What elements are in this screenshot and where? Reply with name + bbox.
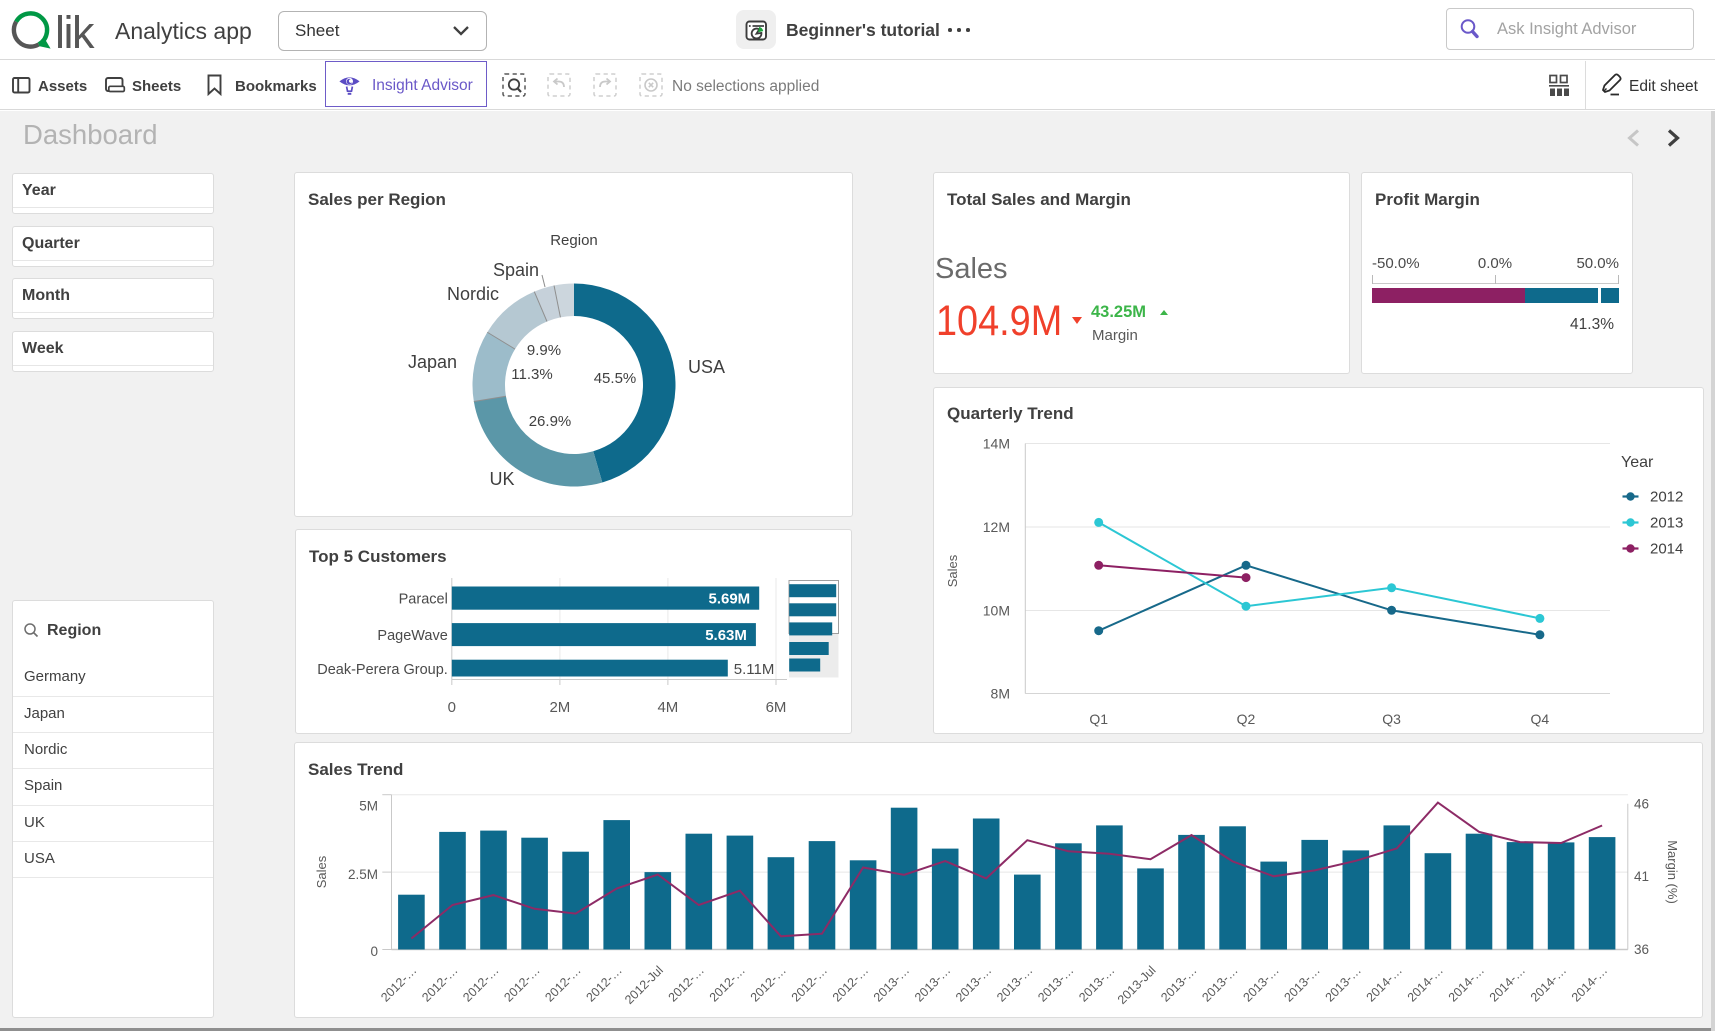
svg-text:2012-…: 2012-…: [501, 963, 542, 1004]
svg-text:2012-…: 2012-…: [419, 963, 460, 1004]
svg-text:2012-…: 2012-…: [666, 963, 707, 1004]
svg-text:8M: 8M: [991, 686, 1010, 702]
svg-text:9.9%: 9.9%: [527, 342, 561, 359]
svg-text:Nordic: Nordic: [447, 284, 499, 304]
svg-text:PageWave: PageWave: [377, 628, 447, 644]
svg-text:2014-…: 2014-…: [1528, 963, 1569, 1004]
svg-text:Japan: Japan: [408, 352, 457, 372]
svg-text:Sales: Sales: [314, 855, 329, 888]
svg-text:2013-…: 2013-…: [1281, 963, 1322, 1004]
svg-text:Deak-Perera Group.: Deak-Perera Group.: [317, 662, 448, 678]
svg-text:2012-Jul: 2012-Jul: [622, 963, 666, 1007]
svg-text:2013-…: 2013-…: [994, 963, 1035, 1004]
svg-text:0: 0: [370, 944, 378, 959]
svg-text:Q4: Q4: [1531, 711, 1550, 727]
svg-text:2012-…: 2012-…: [460, 963, 501, 1004]
svg-text:4M: 4M: [657, 699, 678, 716]
svg-text:Q2: Q2: [1237, 711, 1256, 727]
svg-text:2014: 2014: [1650, 541, 1683, 558]
svg-text:UK: UK: [489, 469, 514, 489]
svg-text:5.69M: 5.69M: [708, 591, 750, 608]
svg-text:2013: 2013: [1650, 515, 1683, 532]
svg-text:11.3%: 11.3%: [511, 366, 552, 383]
svg-text:2014-…: 2014-…: [1405, 963, 1446, 1004]
svg-text:0: 0: [448, 699, 456, 716]
svg-text:2013-…: 2013-…: [871, 963, 912, 1004]
svg-text:41: 41: [1634, 869, 1649, 884]
svg-text:45.5%: 45.5%: [594, 370, 637, 387]
svg-text:5.11M: 5.11M: [734, 661, 775, 678]
svg-text:2013-…: 2013-…: [1158, 963, 1199, 1004]
svg-text:2013-…: 2013-…: [953, 963, 994, 1004]
svg-text:2013-…: 2013-…: [1323, 963, 1364, 1004]
svg-text:2012-…: 2012-…: [542, 963, 583, 1004]
svg-text:2013-…: 2013-…: [1076, 963, 1117, 1004]
svg-text:5M: 5M: [359, 799, 378, 814]
svg-text:Region: Region: [550, 232, 598, 249]
svg-text:2012-…: 2012-…: [830, 963, 871, 1004]
svg-text:2013-…: 2013-…: [912, 963, 953, 1004]
svg-text:USA: USA: [688, 357, 725, 377]
svg-text:lik: lik: [55, 7, 95, 58]
svg-text:Sales: Sales: [945, 554, 960, 587]
svg-text:Paracel: Paracel: [399, 592, 448, 608]
svg-text:2012-…: 2012-…: [378, 963, 419, 1004]
svg-text:2012-…: 2012-…: [789, 963, 830, 1004]
svg-text:Q1: Q1: [1089, 711, 1108, 727]
svg-text:2013-…: 2013-…: [1035, 963, 1076, 1004]
svg-text:2M: 2M: [549, 699, 570, 716]
svg-text:2012-…: 2012-…: [707, 963, 748, 1004]
svg-text:2.5M: 2.5M: [348, 867, 378, 882]
svg-text:2013-…: 2013-…: [1199, 963, 1240, 1004]
svg-text:12M: 12M: [983, 519, 1010, 535]
svg-text:2014-…: 2014-…: [1569, 963, 1610, 1004]
svg-text:Spain: Spain: [493, 260, 539, 280]
svg-text:2012-…: 2012-…: [583, 963, 624, 1004]
svg-text:26.9%: 26.9%: [529, 413, 572, 430]
svg-text:Q3: Q3: [1382, 711, 1401, 727]
svg-text:Margin (%): Margin (%): [1665, 840, 1680, 904]
svg-text:14M: 14M: [983, 436, 1010, 452]
svg-text:6M: 6M: [766, 699, 787, 716]
svg-text:5.63M: 5.63M: [705, 627, 747, 644]
svg-text:Year: Year: [1621, 454, 1654, 471]
svg-text:2013-…: 2013-…: [1240, 963, 1281, 1004]
svg-text:2012-…: 2012-…: [748, 963, 789, 1004]
svg-text:2013-Jul: 2013-Jul: [1115, 963, 1159, 1007]
svg-text:2014-…: 2014-…: [1487, 963, 1528, 1004]
svg-text:46: 46: [1634, 796, 1649, 811]
svg-text:10M: 10M: [983, 603, 1010, 619]
svg-text:2012: 2012: [1650, 489, 1683, 506]
svg-text:2014-…: 2014-…: [1364, 963, 1405, 1004]
svg-text:36: 36: [1634, 942, 1649, 957]
svg-text:2014-…: 2014-…: [1446, 963, 1487, 1004]
